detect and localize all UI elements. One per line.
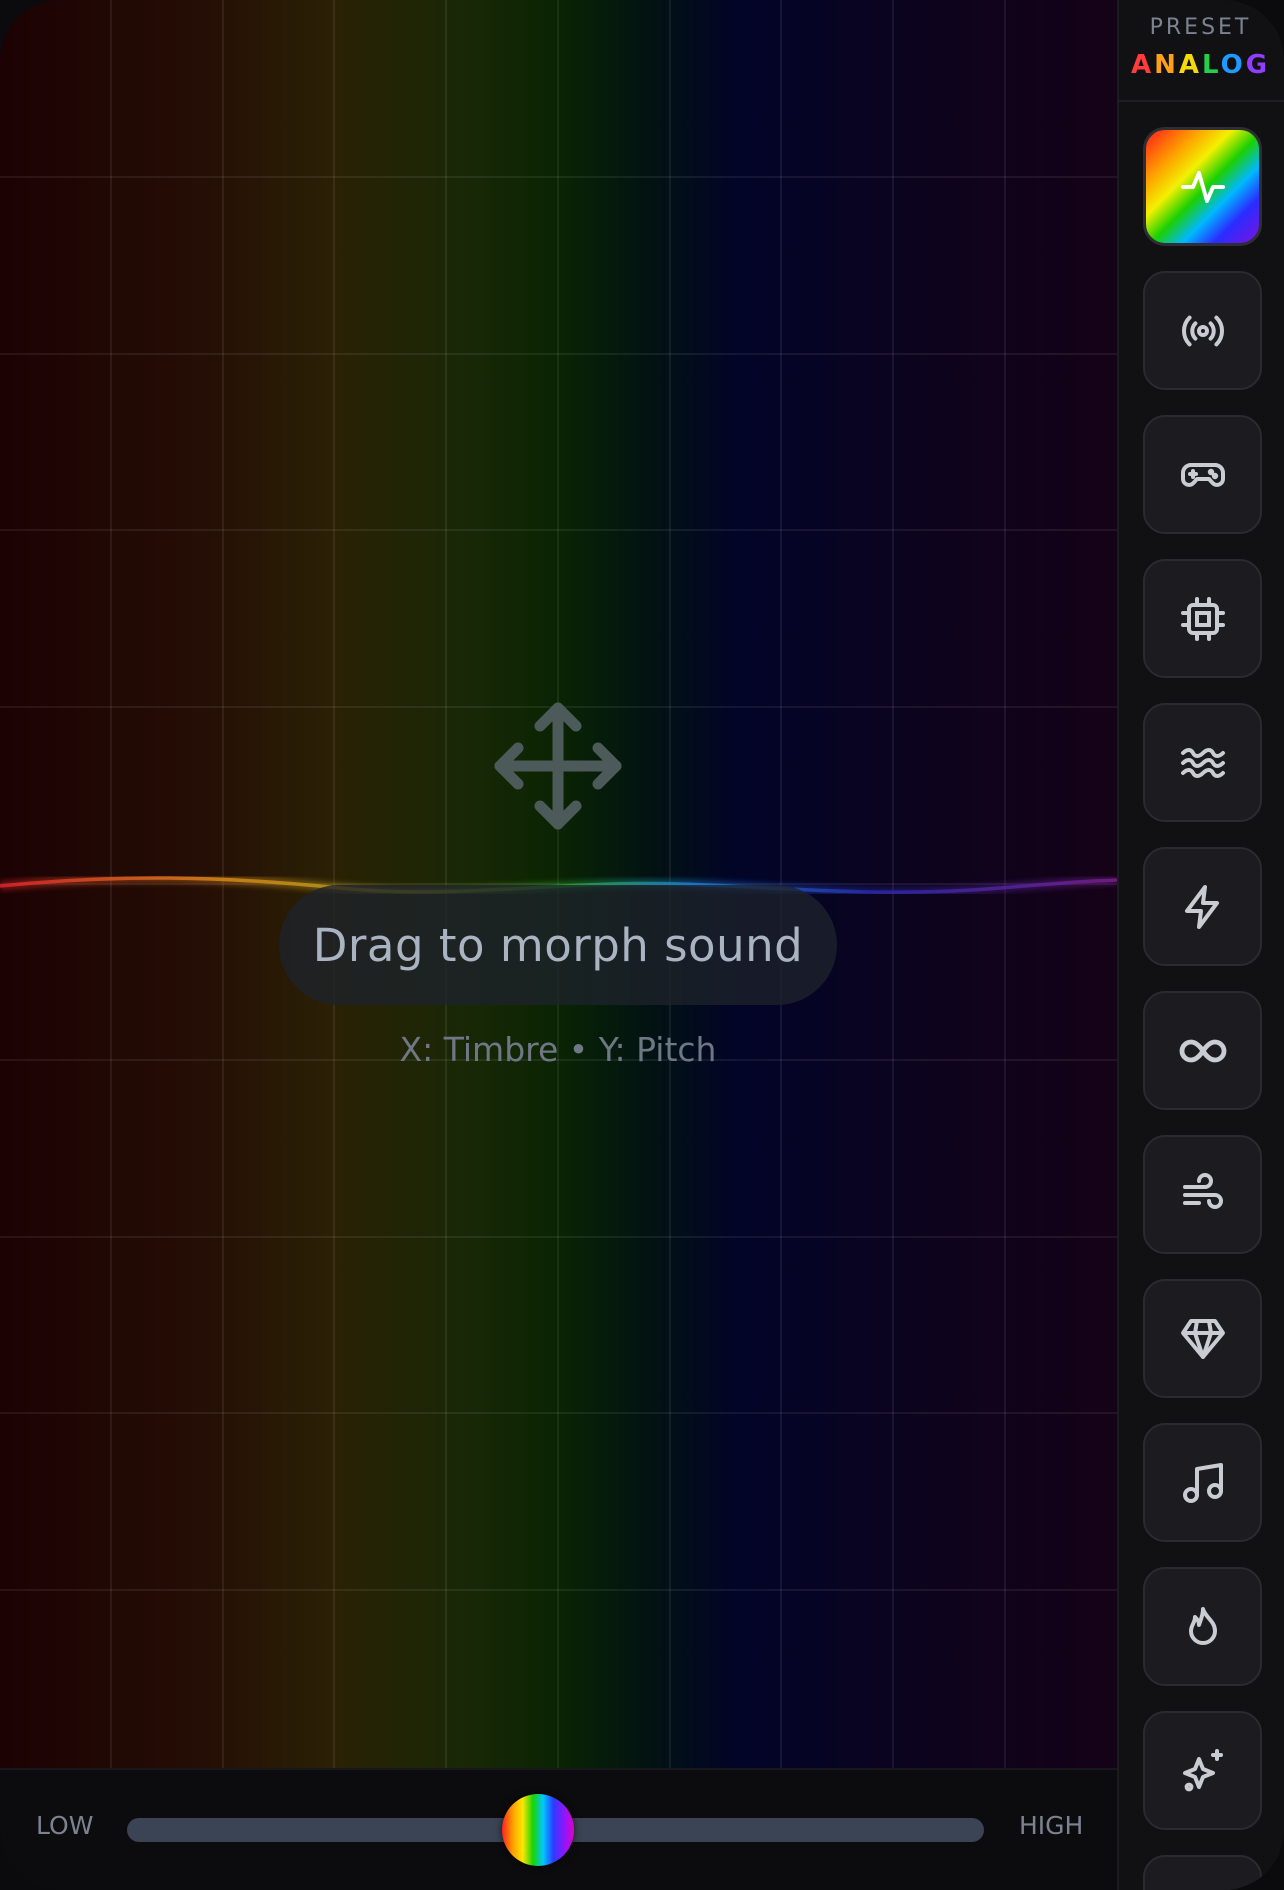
preset-name-letter: G xyxy=(1245,50,1271,80)
preset-name-letter: N xyxy=(1154,50,1179,80)
cpu-chip-icon xyxy=(1180,596,1225,641)
preset-name-letter: L xyxy=(1201,50,1221,80)
axes-hint: X: Timbre • Y: Pitch xyxy=(399,1030,717,1069)
morph-pad[interactable]: Drag to morph sound X: Timbre • Y: Pitch xyxy=(0,0,1117,1768)
wind-button[interactable] xyxy=(1143,1135,1262,1254)
diamond-icon xyxy=(1180,1318,1225,1359)
lightning-icon xyxy=(1184,884,1219,929)
pulse-icon xyxy=(1180,170,1225,203)
sparkles-icon xyxy=(1182,1748,1223,1791)
move-arrows-icon xyxy=(494,702,622,830)
drag-hint: Drag to morph sound xyxy=(279,885,837,1005)
infinity-icon xyxy=(1179,1039,1226,1062)
broadcast-button[interactable] xyxy=(1143,271,1262,390)
morph-synth-app: Drag to morph sound X: Timbre • Y: Pitch… xyxy=(0,0,1284,1890)
wind-icon xyxy=(1182,1172,1223,1209)
infinity-button[interactable] xyxy=(1143,991,1262,1110)
diamond-button[interactable] xyxy=(1143,1279,1262,1398)
slider-high-label: HIGH xyxy=(1019,1811,1084,1840)
preset-name-letter: A xyxy=(1130,50,1155,80)
waves-button[interactable] xyxy=(1143,703,1262,822)
flame-button[interactable] xyxy=(1143,1567,1262,1686)
cpu-chip-button[interactable] xyxy=(1143,559,1262,678)
lightning-button[interactable] xyxy=(1143,847,1262,966)
music-note-icon xyxy=(1182,1462,1223,1503)
preset-label: PRESET xyxy=(1149,15,1252,40)
preset-name-letter: O xyxy=(1220,50,1246,80)
pulse-button[interactable] xyxy=(1143,127,1262,246)
more-tool-button[interactable] xyxy=(1143,1855,1262,1890)
slider-thumb[interactable] xyxy=(502,1794,575,1866)
broadcast-icon xyxy=(1181,315,1224,346)
gamepad-button[interactable] xyxy=(1143,415,1262,534)
sparkles-button[interactable] xyxy=(1143,1711,1262,1830)
slider-low-label: LOW xyxy=(36,1811,94,1840)
flame-icon xyxy=(1188,1606,1217,1645)
preset-name-letter: A xyxy=(1178,50,1202,80)
preset-name[interactable]: ANALOG xyxy=(1117,50,1284,80)
music-note-button[interactable] xyxy=(1143,1423,1262,1542)
waves-icon xyxy=(1180,747,1225,778)
gamepad-icon xyxy=(1180,462,1225,487)
